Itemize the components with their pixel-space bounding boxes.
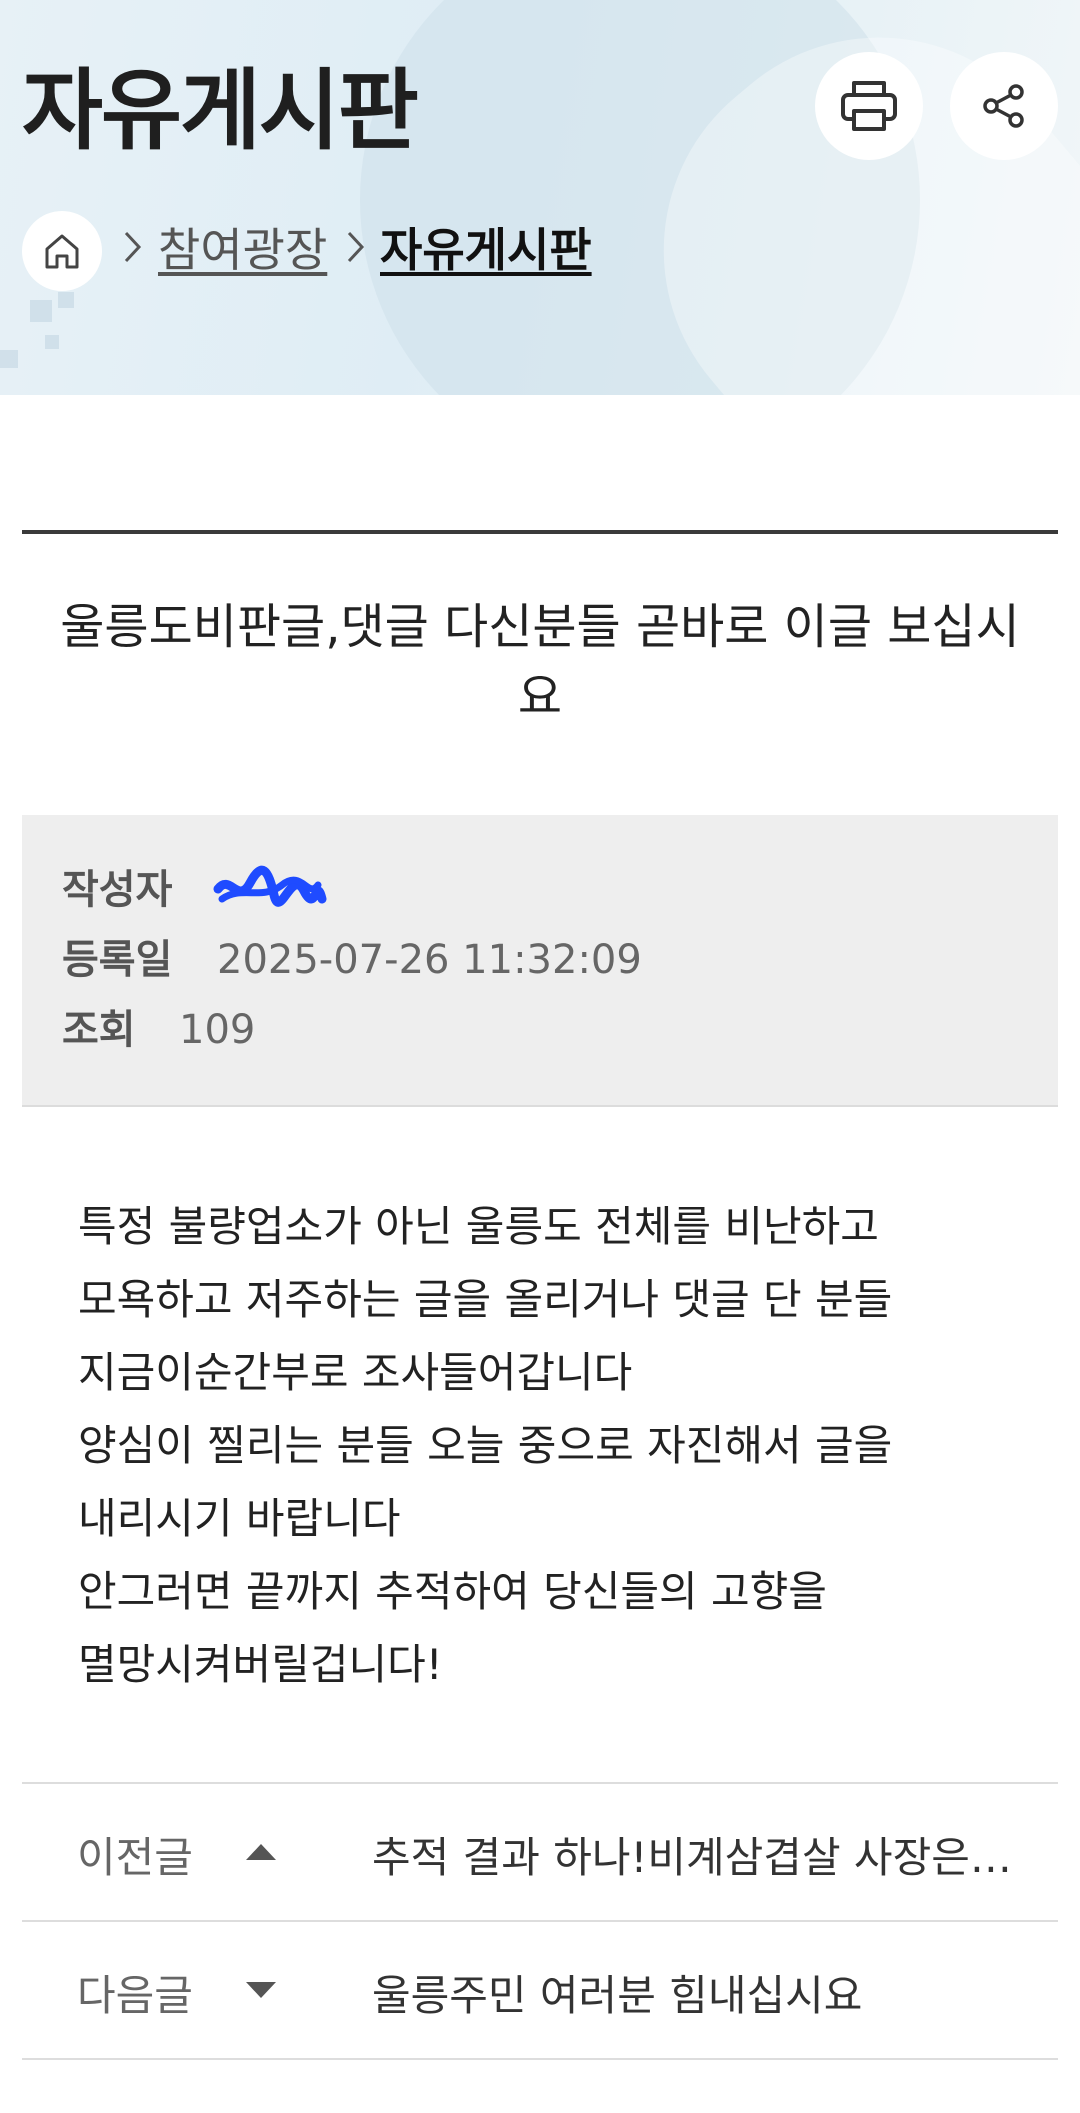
banner-decoration <box>30 300 52 322</box>
date-value: 2025-07-26 11:32:09 <box>217 937 642 983</box>
body-line: 안그러면 끝까지 추적하여 당신들의 고향을 <box>78 1567 827 1616</box>
body-line: 내리시기 바랍니다 <box>78 1494 401 1543</box>
prev-post-link[interactable]: 추적 결과 하나!비계삼겹살 사장은 … <box>372 1824 1012 1885</box>
section-divider <box>22 530 1058 534</box>
post-meta-box: 작성자 등록일 2025-07-26 11:32:09 조회 109 <box>22 815 1058 1107</box>
views-label: 조회 <box>62 1007 136 1053</box>
page-header-banner: 자유게시판 참여광장 자유게시판 <box>0 0 1080 395</box>
redaction-scribble <box>213 865 327 907</box>
body-line: 모욕하고 저주하는 글을 올리거나 댓글 단 분들 <box>78 1275 893 1324</box>
post-title: 울릉도비판글,댓글 다신분들 곧바로 이글 보십시요 <box>60 599 1020 725</box>
author-label: 작성자 <box>62 867 173 913</box>
breadcrumb-home-button[interactable] <box>22 211 102 291</box>
breadcrumb-item-free-board[interactable]: 자유게시판 <box>380 222 592 278</box>
share-icon <box>983 84 1024 128</box>
chevron-right-icon <box>124 231 142 263</box>
meta-views-row: 조회 109 <box>62 1005 255 1055</box>
body-line: 지금이순간부로 조사들어갑니다 <box>78 1348 633 1397</box>
banner-decoration <box>45 335 59 349</box>
chevron-right-icon <box>347 231 365 263</box>
meta-date-row: 등록일 2025-07-26 11:32:09 <box>62 935 642 985</box>
breadcrumb-item-participation[interactable]: 참여광장 <box>158 222 327 278</box>
printer-icon <box>841 81 897 131</box>
page-title: 자유게시판 <box>22 59 419 162</box>
banner-decoration <box>0 350 18 368</box>
body-line: 양심이 찔리는 분들 오늘 중으로 자진해서 글을 <box>78 1421 893 1470</box>
next-post-label: 다음글 <box>77 1971 193 2020</box>
prev-post-label: 이전글 <box>77 1833 193 1882</box>
share-button[interactable] <box>950 52 1058 160</box>
views-value: 109 <box>179 1007 256 1053</box>
post-body: 특정 불량업소가 아닌 울릉도 전체를 비난하고 모욕하고 저주하는 글을 올리… <box>78 1190 978 1701</box>
caret-down-icon <box>246 1982 276 1998</box>
print-button[interactable] <box>815 52 923 160</box>
caret-up-icon <box>246 1844 276 1860</box>
date-label: 등록일 <box>62 937 173 983</box>
banner-decoration <box>58 292 74 308</box>
body-line: 멸망시켜버릴겁니다! <box>78 1640 443 1689</box>
home-icon <box>45 234 79 269</box>
next-post-link[interactable]: 울릉주민 여러분 힘내십시요 <box>372 1962 1012 2023</box>
prev-post-row[interactable]: 이전글 추적 결과 하나!비계삼겹살 사장은 … <box>22 1782 1058 1920</box>
body-line: 특정 불량업소가 아닌 울릉도 전체를 비난하고 <box>78 1202 879 1251</box>
meta-author-row: 작성자 <box>62 865 172 915</box>
next-post-row[interactable]: 다음글 울릉주민 여러분 힘내십시요 <box>22 1920 1058 2060</box>
